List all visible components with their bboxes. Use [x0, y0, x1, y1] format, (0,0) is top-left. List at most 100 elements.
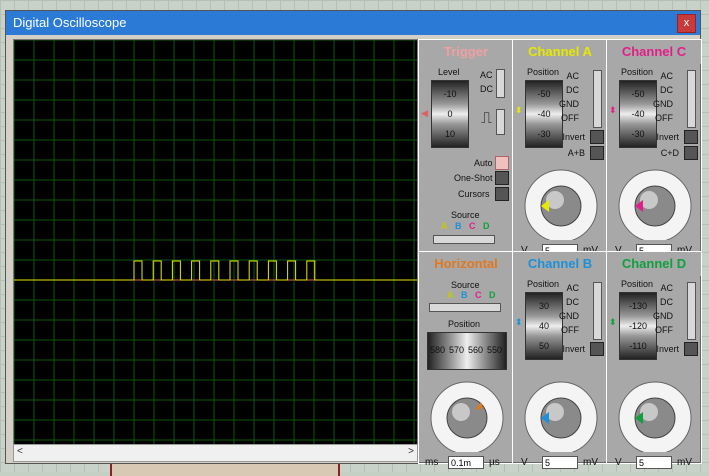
auto-button[interactable]: [495, 156, 509, 170]
horizontal-timebase-dial[interactable]: [425, 374, 509, 452]
channel-d-tick: -120: [628, 321, 647, 331]
channel-a-tick: -50: [537, 89, 551, 99]
channel-a-title: Channel A: [513, 40, 607, 64]
channel-c-tick: -50: [631, 89, 645, 99]
source-letter-b: B: [455, 221, 462, 231]
channel-c-tick: -30: [631, 129, 645, 139]
oscilloscope-window: Digital Oscilloscope x < > Trigger Level…: [5, 10, 702, 469]
trigger-title: Trigger: [419, 40, 513, 64]
channel-d-tick: -130: [628, 301, 647, 311]
h-source-letter-a: A: [447, 290, 454, 300]
channel-b-extra-button[interactable]: [590, 342, 604, 356]
horizontal-source-slider[interactable]: [429, 303, 501, 312]
channel-c-extra-label: Invert: [656, 132, 679, 142]
channel-b-mode-label: DC: [566, 297, 579, 307]
h-source-letter-b: B: [461, 290, 468, 300]
channel-b-position-wheel[interactable]: 30 40 50: [525, 292, 563, 360]
channel-b-panel: Channel B Position 30 40 50 ⬍ AC DC GND OFF Invert…: [512, 251, 608, 469]
scope-display: [13, 39, 418, 445]
channel-b-tick: 30: [538, 301, 549, 311]
channel-d-extra-label: Invert: [656, 344, 679, 354]
channel-c-coupling-switch[interactable]: [687, 70, 696, 128]
level-tick: 10: [444, 129, 455, 139]
channel-b-title: Channel B: [513, 252, 607, 276]
source-letter-c: C: [469, 221, 476, 231]
level-label: Level: [438, 67, 460, 77]
horizontal-position-wheel[interactable]: 580 570 560 550: [427, 332, 507, 370]
channel-a-position-wheel[interactable]: -50 -40 -30: [525, 80, 563, 148]
scope-graph: [13, 39, 417, 444]
channel-c-position-label: Position: [621, 67, 654, 77]
h-pos-tick: 560: [468, 345, 484, 355]
channel-c-mode-label: AC: [660, 71, 673, 81]
channel-a-extra-button[interactable]: [590, 146, 604, 160]
channel-d-mode-label: DC: [660, 297, 673, 307]
channel-c-position-pointer-icon: ⬍: [609, 105, 617, 115]
channel-a-coupling-switch[interactable]: [593, 70, 602, 128]
channel-d-volts-value[interactable]: 5: [636, 456, 672, 469]
channel-b-unit-v: V: [521, 457, 528, 468]
h-source-label: Source: [451, 280, 480, 290]
title-bar[interactable]: Digital Oscilloscope x: [6, 11, 700, 35]
scope-grid: [13, 39, 417, 444]
channel-a-volts-dial[interactable]: [519, 162, 603, 240]
channel-d-mode-label: GND: [653, 311, 673, 321]
channel-d-title: Channel D: [607, 252, 701, 276]
channel-c-mode-label: OFF: [655, 113, 673, 123]
cursors-button[interactable]: [495, 187, 509, 201]
h-unit-ms: ms: [425, 457, 439, 468]
channel-b-position-pointer-icon: ⬍: [515, 317, 523, 327]
window-title: Digital Oscilloscope: [13, 15, 127, 30]
coupling-ac: AC: [480, 70, 493, 80]
channel-c-volts-dial[interactable]: [613, 162, 697, 240]
channel-a-tick: -40: [537, 109, 551, 119]
channel-c-extra-button[interactable]: [684, 146, 698, 160]
channel-b-mode-label: GND: [559, 311, 579, 321]
level-tick: 0: [447, 109, 453, 119]
channel-b-volts-value[interactable]: 5: [542, 456, 578, 469]
horizontal-panel: Horizontal Source A B C D Position 580 5…: [418, 251, 514, 469]
one-shot-button[interactable]: [495, 171, 509, 185]
source-letter-d: D: [483, 221, 490, 231]
trigger-level-wheel[interactable]: -10 0 10: [431, 80, 469, 148]
source-letter-a: A: [441, 221, 448, 231]
close-button[interactable]: x: [677, 14, 696, 33]
cursors-label: Cursors: [458, 189, 490, 199]
channel-d-tick: -110: [629, 341, 647, 351]
channel-d-coupling-switch[interactable]: [687, 282, 696, 340]
trigger-panel: Trigger Level -10 0 10 ◀ AC DC ⎍ Auto On…: [418, 39, 514, 253]
channel-a-position-label: Position: [527, 67, 560, 77]
coupling-dc: DC: [480, 84, 493, 94]
scroll-right-arrow[interactable]: >: [408, 446, 414, 457]
h-position-label: Position: [448, 319, 481, 329]
channel-c-panel: Channel C Position -50 -40 -30 ⬍ AC DC GND OFF Inv…: [606, 39, 702, 257]
channel-d-unit-v: V: [615, 457, 622, 468]
channel-b-position-label: Position: [527, 279, 560, 289]
channel-d-volts-dial[interactable]: [613, 374, 697, 452]
one-shot-label: One-Shot: [454, 173, 493, 183]
channel-d-extra-button[interactable]: [684, 342, 698, 356]
channel-b-extra-label: Invert: [562, 344, 585, 354]
source-label: Source: [451, 210, 480, 220]
horizontal-scrollbar[interactable]: < >: [13, 444, 418, 462]
channel-a-extra-label: A+B: [567, 148, 585, 158]
channel-c-extra-button[interactable]: [684, 130, 698, 144]
h-unit-us: µs: [489, 457, 500, 468]
edge-switch[interactable]: [496, 109, 505, 135]
channel-d-mode-label: OFF: [655, 325, 673, 335]
channel-c-mode-label: DC: [660, 85, 673, 95]
channel-d-position-label: Position: [621, 279, 654, 289]
timebase-value[interactable]: 0.1m: [448, 456, 484, 469]
channel-c-position-wheel[interactable]: -50 -40 -30: [619, 80, 657, 148]
channel-a-tick: -30: [537, 129, 551, 139]
level-tick: -10: [443, 89, 457, 99]
coupling-switch[interactable]: [496, 69, 505, 98]
channel-a-extra-button[interactable]: [590, 130, 604, 144]
channel-a-mode-label: DC: [566, 85, 579, 95]
channel-b-coupling-switch[interactable]: [593, 282, 602, 340]
channel-d-position-wheel[interactable]: -130 -120 -110: [619, 292, 657, 360]
channel-b-volts-dial[interactable]: [519, 374, 603, 452]
trigger-source-slider[interactable]: [433, 235, 495, 244]
scroll-left-arrow[interactable]: <: [17, 446, 23, 457]
channel-c-title: Channel C: [607, 40, 701, 64]
